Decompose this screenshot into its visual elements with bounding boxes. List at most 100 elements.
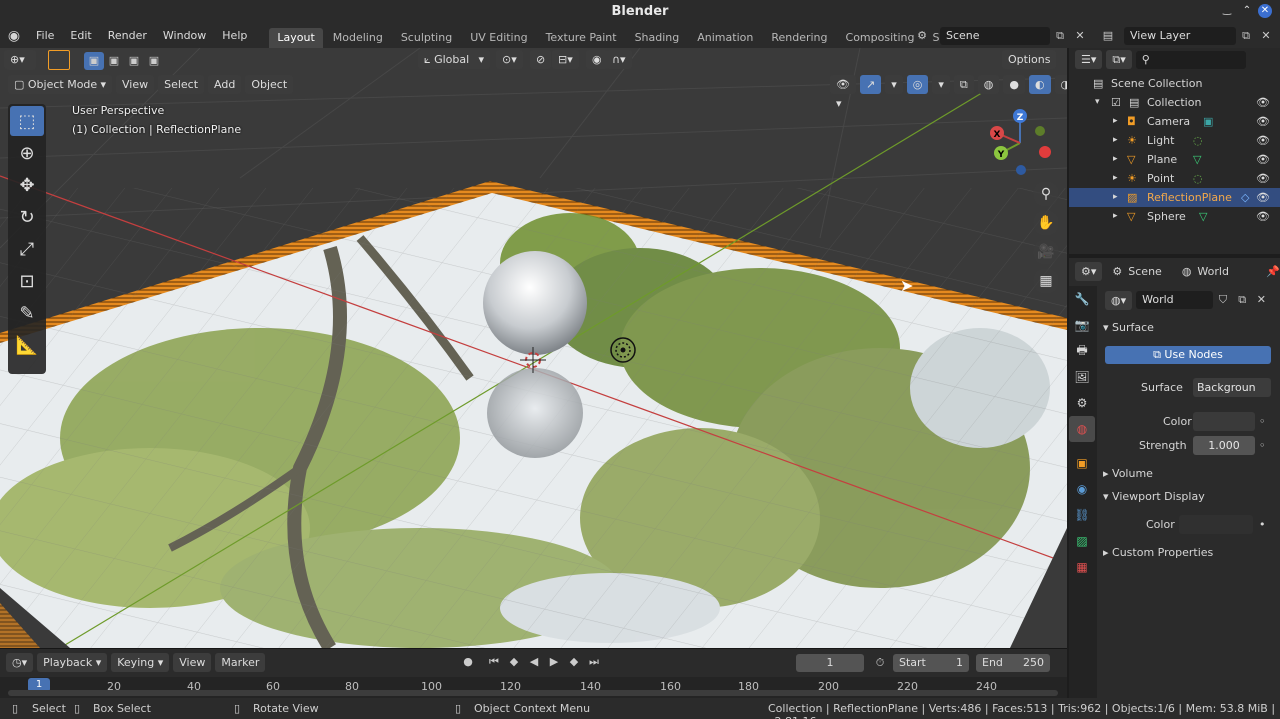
menu-timeline-view[interactable]: View: [173, 653, 212, 672]
editor-type-button[interactable]: ⊕▾: [4, 50, 36, 69]
outliner-editor-type-icon[interactable]: ☰▾: [1075, 50, 1103, 69]
fake-user-icon[interactable]: ⛉: [1213, 291, 1232, 309]
scene-icon[interactable]: ⚙: [912, 27, 932, 45]
annotate-tool-icon[interactable]: ✎: [10, 298, 44, 328]
play-reverse-icon[interactable]: ◀: [524, 653, 544, 671]
outliner-search-input[interactable]: ⚲: [1135, 50, 1246, 69]
material-shading-icon[interactable]: ◐: [1028, 75, 1051, 94]
physics-tab-icon[interactable]: ◉: [1069, 476, 1095, 502]
select-extend-icon[interactable]: ▣: [104, 52, 124, 70]
scene-tab-icon[interactable]: ⚙: [1069, 390, 1095, 416]
remove-scene-icon[interactable]: ✕: [1070, 27, 1090, 45]
overlays-icon[interactable]: ◎: [906, 75, 929, 94]
ortho-grid-icon[interactable]: ▦: [1033, 268, 1059, 294]
duplicate-icon[interactable]: ⧉: [1233, 291, 1252, 309]
timeline-editor-type-icon[interactable]: ◷▾: [6, 653, 34, 672]
maximize-icon[interactable]: ⌃: [1240, 4, 1254, 18]
constraints-tab-icon[interactable]: ⛓: [1069, 502, 1095, 528]
view-layer-icon[interactable]: ▤: [1098, 27, 1118, 45]
next-keyframe-icon[interactable]: ◆: [564, 653, 584, 671]
timeline-scrollbar[interactable]: [8, 690, 1058, 696]
gizmo-toggle-icon[interactable]: ↗: [859, 75, 882, 94]
eye-icon[interactable]: 👁: [1256, 112, 1270, 131]
menu-file[interactable]: File: [28, 24, 62, 48]
unlink-icon[interactable]: ✕: [1252, 291, 1271, 309]
end-frame-field[interactable]: End 250: [976, 654, 1050, 672]
view-layer-field[interactable]: View Layer: [1124, 27, 1236, 45]
vd-color-swatch[interactable]: [1179, 515, 1253, 534]
menu-marker[interactable]: Marker: [215, 653, 266, 672]
blender-logo-icon[interactable]: ◉: [0, 28, 28, 44]
new-scene-icon[interactable]: ⧉: [1050, 27, 1070, 45]
expand-arrow-icon[interactable]: ▸: [1113, 188, 1118, 207]
navigation-gizmo[interactable]: Z Y X: [985, 108, 1055, 178]
measure-tool-icon[interactable]: 📐: [10, 330, 44, 360]
volume-panel-header[interactable]: ▸ Volume: [1103, 464, 1153, 483]
output-tab-icon[interactable]: 🖶: [1069, 338, 1095, 364]
select-intersect-icon[interactable]: ▣: [144, 52, 164, 70]
sphere-object[interactable]: [483, 251, 587, 355]
cursor-tool-icon[interactable]: ⊕: [10, 138, 44, 168]
menu-add[interactable]: Add: [208, 75, 242, 94]
pin-icon[interactable]: 📌: [1266, 265, 1280, 278]
expand-arrow-icon[interactable]: ▸: [1113, 169, 1118, 188]
snap-icon[interactable]: ⊘: [530, 50, 552, 69]
render-tab-icon[interactable]: 📷: [1069, 312, 1095, 338]
menu-window[interactable]: Window: [155, 24, 214, 48]
view-layer-tab-icon[interactable]: 🖼: [1069, 364, 1095, 390]
menu-select[interactable]: Select: [158, 75, 205, 94]
outliner-item-camera[interactable]: ▸ ◘ Camera ▣ 👁: [1069, 112, 1280, 131]
link-socket-icon[interactable]: ◦: [1259, 436, 1266, 455]
eye-icon[interactable]: 👁: [1256, 93, 1270, 112]
expand-arrow-icon[interactable]: ▾: [1095, 93, 1100, 112]
menu-playback[interactable]: Playback ▾: [37, 653, 108, 672]
color-swatch[interactable]: [1193, 412, 1255, 431]
expand-arrow-icon[interactable]: ▸: [1113, 131, 1118, 150]
menu-keying[interactable]: Keying ▾: [111, 653, 170, 672]
outliner-item-light[interactable]: ▸ ☀ Light ◌ 👁: [1069, 131, 1280, 150]
tab-compositing[interactable]: Compositing: [838, 28, 923, 48]
expand-arrow-icon[interactable]: ▸: [1113, 150, 1118, 169]
menu-help[interactable]: Help: [214, 24, 255, 48]
remove-view-layer-icon[interactable]: ✕: [1256, 27, 1276, 45]
start-frame-field[interactable]: Start 1: [893, 654, 969, 672]
scene-collection-row[interactable]: ▤ Scene Collection: [1069, 74, 1280, 93]
surface-shader-field[interactable]: Backgroun: [1193, 378, 1271, 397]
menu-view[interactable]: View: [116, 75, 155, 94]
move-tool-icon[interactable]: ✥: [10, 170, 44, 200]
world-browse-icon[interactable]: ◍▾: [1105, 290, 1133, 310]
link-socket-icon[interactable]: ◦: [1259, 412, 1266, 431]
use-nodes-button[interactable]: ⧉ Use Nodes: [1105, 346, 1271, 364]
pivot-point-icon[interactable]: ⊙▾: [496, 50, 523, 69]
overlays-dropdown-icon[interactable]: ▾: [932, 75, 950, 94]
tool-tab-icon[interactable]: 🔧: [1069, 286, 1095, 312]
xray-icon[interactable]: ⧉: [953, 75, 974, 94]
pan-hand-icon[interactable]: ✋: [1033, 210, 1059, 236]
zoom-icon[interactable]: ⚲: [1033, 181, 1059, 207]
eye-icon[interactable]: 👁: [1256, 188, 1270, 207]
rotate-tool-icon[interactable]: ↻: [10, 202, 44, 232]
minimize-icon[interactable]: ‿: [1220, 4, 1234, 18]
menu-object[interactable]: Object: [245, 75, 294, 94]
transform-tool-icon[interactable]: ⊡: [10, 266, 44, 296]
select-new-icon[interactable]: ▣: [84, 52, 104, 70]
tab-texture-paint[interactable]: Texture Paint: [538, 28, 625, 48]
eye-icon[interactable]: 👁: [1256, 169, 1270, 188]
scene-field[interactable]: Scene: [940, 27, 1050, 45]
outliner-item-point[interactable]: ▸ ☀ Point ◌ 👁: [1069, 169, 1280, 188]
scale-tool-icon[interactable]: ⤢: [10, 234, 44, 264]
gizmo-dropdown-icon[interactable]: ▾: [885, 75, 903, 94]
tab-shading[interactable]: Shading: [627, 28, 688, 48]
wireframe-shading-icon[interactable]: ◍: [977, 75, 1000, 94]
options-button[interactable]: Options: [1002, 50, 1057, 69]
checkbox-icon[interactable]: ☑: [1111, 93, 1121, 112]
jump-start-icon[interactable]: ⏮: [484, 653, 504, 671]
surface-panel-header[interactable]: ▾ Surface: [1103, 318, 1154, 337]
eye-icon[interactable]: 👁: [1256, 131, 1270, 150]
solid-shading-icon[interactable]: ●: [1003, 75, 1025, 94]
play-icon[interactable]: ▶: [544, 653, 564, 671]
rendered-shading-icon[interactable]: ◑: [1054, 75, 1067, 94]
mode-dropdown[interactable]: ▢ Object Mode ▾: [8, 75, 112, 94]
visibility-icon[interactable]: 👁▾: [830, 75, 856, 110]
texture-tab-icon[interactable]: ▦: [1069, 554, 1095, 580]
